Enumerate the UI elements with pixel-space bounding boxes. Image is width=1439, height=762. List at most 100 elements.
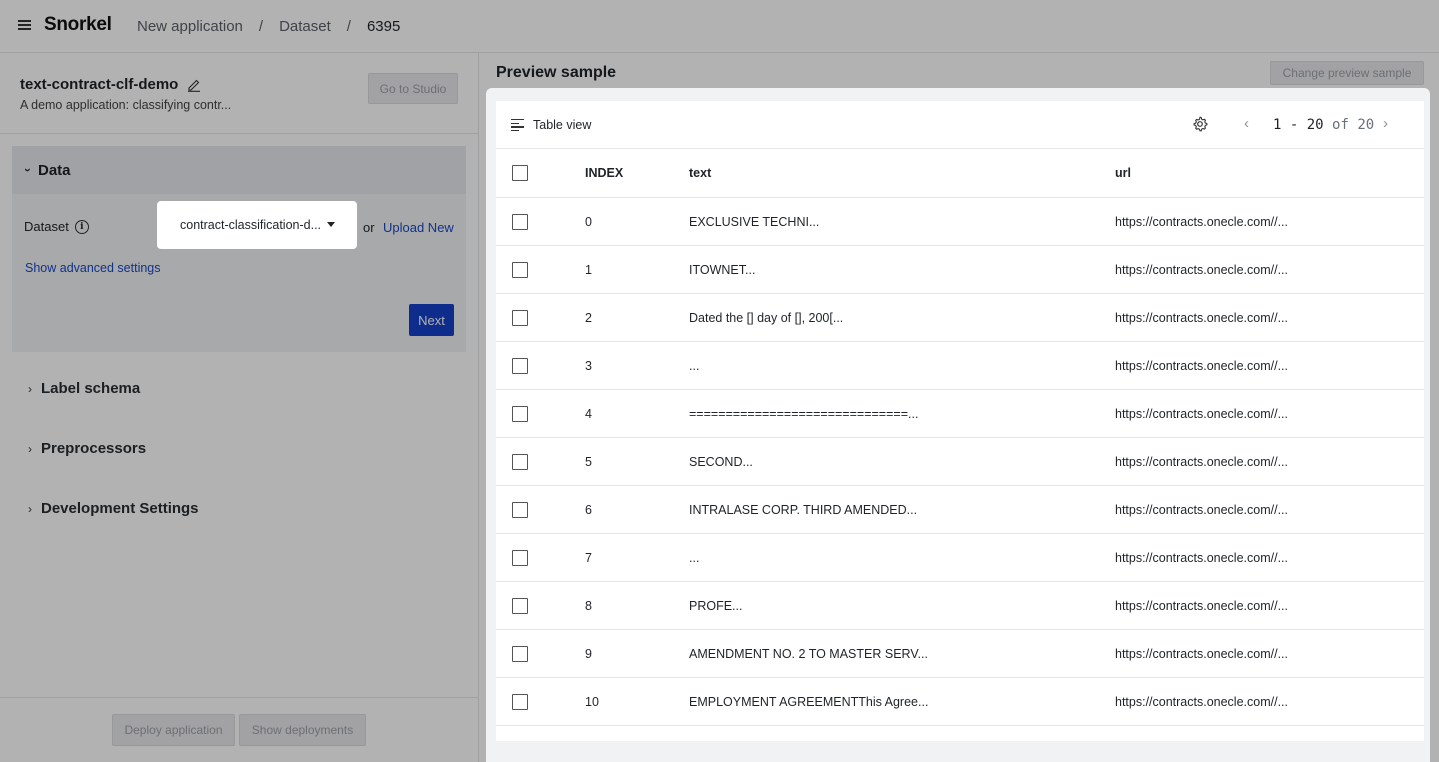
top-bar: Snorkel New application / Dataset / 6395 xyxy=(0,0,1439,53)
dataset-dropdown[interactable]: contract-classification-d... xyxy=(167,209,347,241)
cell-index: 8 xyxy=(585,599,592,613)
table-row[interactable]: 3... https://contracts.onecle.com//... xyxy=(496,342,1424,390)
preview-table: Table view ‹ 1 - 20 of 20 › INDEX text u… xyxy=(496,101,1424,741)
cell-text: ITOWNET... xyxy=(689,263,756,277)
data-section-title: Data xyxy=(38,161,71,179)
cell-index: 0 xyxy=(585,215,592,229)
cell-text: INTRALASE CORP. THIRD AMENDED... xyxy=(689,503,918,517)
pagination-of: of xyxy=(1332,117,1349,133)
table-row[interactable]: 4 ==============================... https:… xyxy=(496,390,1424,438)
cell-index: 7 xyxy=(585,551,592,565)
table-view-icon xyxy=(511,119,524,132)
next-button[interactable]: Next xyxy=(409,304,454,336)
dataset-dropdown-highlight: contract-classification-d... xyxy=(157,201,357,249)
select-all-checkbox[interactable] xyxy=(512,165,528,181)
hamburger-menu-icon[interactable] xyxy=(18,20,31,32)
left-panel: text-contract-clf-demo A demo applicatio… xyxy=(0,53,479,762)
breadcrumb-item[interactable]: Dataset xyxy=(279,18,331,35)
next-page-icon[interactable]: › xyxy=(1383,115,1388,132)
row-checkbox[interactable] xyxy=(512,502,528,518)
column-header-text[interactable]: text xyxy=(689,166,711,180)
section-label-schema[interactable]: › Label schema xyxy=(28,380,140,397)
breadcrumb: New application / Dataset / 6395 xyxy=(137,18,400,35)
app-description: A demo application: classifying contr... xyxy=(20,98,232,112)
cell-text: EMPLOYMENT AGREEMENTThis Agree... xyxy=(689,695,929,709)
gear-icon[interactable] xyxy=(1192,116,1208,132)
table-row[interactable]: 7... https://contracts.onecle.com//... xyxy=(496,534,1424,582)
table-toolbar: Table view ‹ 1 - 20 of 20 › xyxy=(496,101,1424,149)
pagination-status: 1 - 20 of 20 xyxy=(1273,117,1374,133)
column-header-index[interactable]: INDEX xyxy=(585,166,623,180)
row-checkbox[interactable] xyxy=(512,310,528,326)
cell-text: AMENDMENT NO. 2 TO MASTER SERV... xyxy=(689,647,928,661)
data-section-header[interactable]: › Data xyxy=(12,146,466,194)
cell-url: https://contracts.onecle.com//... xyxy=(1115,263,1288,277)
row-checkbox[interactable] xyxy=(512,358,528,374)
row-checkbox[interactable] xyxy=(512,550,528,566)
row-checkbox[interactable] xyxy=(512,646,528,662)
section-preprocessors[interactable]: › Preprocessors xyxy=(28,440,146,457)
preview-card: Table view ‹ 1 - 20 of 20 › INDEX text u… xyxy=(486,88,1430,762)
table-row[interactable]: 2 Dated the [] day of [], 200[... https://… xyxy=(496,294,1424,342)
table-view-label[interactable]: Table view xyxy=(533,118,591,132)
pagination-total: 20 xyxy=(1357,117,1375,133)
go-to-studio-button[interactable]: Go to Studio xyxy=(368,73,458,104)
preview-title: Preview sample xyxy=(496,64,617,81)
cell-url: https://contracts.onecle.com//... xyxy=(1115,455,1288,469)
breadcrumb-separator: / xyxy=(258,18,264,35)
show-deployments-button[interactable]: Show deployments xyxy=(239,714,366,746)
row-checkbox[interactable] xyxy=(512,214,528,230)
cell-index: 3 xyxy=(585,359,592,373)
row-checkbox[interactable] xyxy=(512,262,528,278)
table-row[interactable]: 0 EXCLUSIVE TECHNI... https://contracts.on… xyxy=(496,198,1424,246)
cell-index: 10 xyxy=(585,695,599,709)
change-preview-sample-button[interactable]: Change preview sample xyxy=(1270,61,1424,85)
logo[interactable]: Snorkel xyxy=(44,14,112,36)
dataset-dropdown-value: contract-classification-d... xyxy=(180,218,322,232)
app-title: text-contract-clf-demo xyxy=(20,76,201,93)
cell-url: https://contracts.onecle.com//... xyxy=(1115,599,1288,613)
table-row[interactable]: 1 ITOWNET... https://contracts.onecle.com/… xyxy=(496,246,1424,294)
info-icon[interactable]: i xyxy=(74,219,89,234)
breadcrumb-item[interactable]: New application xyxy=(137,18,243,35)
column-header-url[interactable]: url xyxy=(1115,166,1131,180)
app-title-text: text-contract-clf-demo xyxy=(20,76,179,93)
edit-icon[interactable] xyxy=(187,78,201,92)
chevron-right-icon: › xyxy=(28,381,32,396)
cell-text: PROFE... xyxy=(689,599,743,613)
cell-index: 9 xyxy=(585,647,592,661)
previous-page-icon[interactable]: ‹ xyxy=(1244,115,1249,132)
cell-text: EXCLUSIVE TECHNI... xyxy=(689,215,820,229)
cell-text: ==============================... xyxy=(689,407,919,421)
section-title: Development Settings xyxy=(41,500,199,517)
deploy-application-button[interactable]: Deploy application xyxy=(112,714,235,746)
dataset-label-text: Dataset xyxy=(24,219,69,234)
or-text: or xyxy=(363,220,375,235)
show-advanced-settings-link[interactable]: Show advanced settings xyxy=(25,261,161,275)
cell-url: https://contracts.onecle.com//... xyxy=(1115,647,1288,661)
chevron-right-icon: › xyxy=(28,441,32,456)
table-row[interactable]: 10 EMPLOYMENT AGREEMENTThis Agree... https… xyxy=(496,678,1424,726)
chevron-right-icon: › xyxy=(28,501,32,516)
cell-index: 1 xyxy=(585,263,592,277)
table-row[interactable]: 9 AMENDMENT NO. 2 TO MASTER SERV... https:… xyxy=(496,630,1424,678)
table-row[interactable]: 6 INTRALASE CORP. THIRD AMENDED... https:/… xyxy=(496,486,1424,534)
cell-text: ... xyxy=(689,551,700,565)
table-row[interactable]: 8 PROFE... https://contracts.onecle.com//.… xyxy=(496,582,1424,630)
row-checkbox[interactable] xyxy=(512,598,528,614)
table-row[interactable]: 5 SECOND... https://contracts.onecle.com//… xyxy=(496,438,1424,486)
row-checkbox[interactable] xyxy=(512,454,528,470)
chevron-down-icon: › xyxy=(21,168,35,172)
row-checkbox[interactable] xyxy=(512,406,528,422)
breadcrumb-separator: / xyxy=(346,18,351,35)
cell-url: https://contracts.onecle.com//... xyxy=(1115,215,1288,229)
cell-text: Dated the [] day of [], 200[... xyxy=(689,311,844,325)
cell-url: https://contracts.onecle.com//... xyxy=(1115,551,1288,565)
upload-new-link[interactable]: Upload New xyxy=(383,220,454,235)
dataset-label: Dataset i xyxy=(24,219,89,234)
cell-index: 6 xyxy=(585,503,592,517)
cell-url: https://contracts.onecle.com//... xyxy=(1115,503,1288,517)
section-development-settings[interactable]: › Development Settings xyxy=(28,500,199,517)
row-checkbox[interactable] xyxy=(512,694,528,710)
section-title: Preprocessors xyxy=(41,440,147,457)
